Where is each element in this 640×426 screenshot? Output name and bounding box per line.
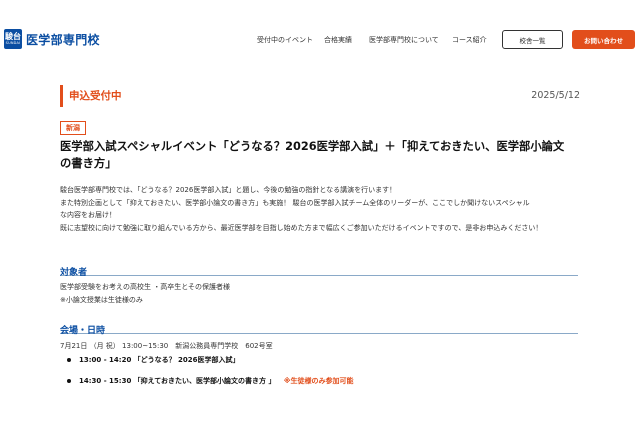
schedule-title: 「抑えておきたい、医学部小論文の書き方 」	[133, 377, 276, 385]
nav-link-courses[interactable]: コース紹介	[452, 35, 487, 45]
description-line: な内容をお届け！	[60, 211, 116, 219]
venue-heading: 会場・日時	[60, 318, 578, 336]
description-line: 駿台医学部専門校では、「どうなる？2026医学部入試」と題し、今後の勉強の指針と…	[60, 186, 397, 194]
event-status-row: 申込受付中 2025/5/12	[60, 85, 580, 107]
venue-heading-text: 会場・日時	[60, 326, 106, 336]
target-line: 医学部受験をお考えの高校生 ・高卒生とその保護者様	[60, 283, 231, 291]
contact-button[interactable]: お問い合わせ	[572, 30, 635, 49]
event-date: 2025/5/12	[531, 90, 580, 101]
schedule-list: 13:00 - 14:20 「どうなる？ 2026医学部入試」 14:30 - …	[67, 355, 354, 397]
description-line: また特別企画として「抑えておきたい、医学部小論文の書き方」も実施！ 駿台の医学部…	[60, 198, 530, 207]
nav-link-results[interactable]: 合格実績	[324, 35, 352, 45]
venue-info: 7月21日 （月 祝） 13:00~15:30 新潟公務員専門学校 602号室	[60, 342, 273, 350]
event-title-line1: 医学部入試スペシャルイベント「どうなる？2026医学部入試」＋「抑えておきたい、…	[60, 140, 565, 153]
target-heading-text: 対象者	[60, 268, 88, 278]
status-badge: 申込受付中	[60, 85, 122, 107]
event-title-line2: の書き方」	[60, 156, 117, 170]
target-note: ※小論文授業は生徒様のみ	[60, 296, 143, 304]
event-title: 医学部入試スペシャルイベント「どうなる？2026医学部入試」＋「抑えておきたい、…	[60, 139, 590, 172]
school-list-button[interactable]: 校舎一覧	[502, 30, 563, 49]
schedule-time: 13:00 - 14:20	[79, 356, 132, 364]
site-header: 駿台 SUNDAI 医学部専門校 受付中のイベント 合格実績 医学部専門校につい…	[0, 0, 640, 78]
schedule-time: 14:30 - 15:30	[79, 377, 132, 385]
region-tag: 新潟	[60, 121, 86, 135]
event-description: 駿台医学部専門校では、「どうなる？2026医学部入試」と題し、今後の勉強の指針と…	[60, 184, 590, 234]
schedule-item: 14:30 - 15:30 「抑えておきたい、医学部小論文の書き方 」 ※生徒様…	[67, 376, 354, 397]
description-line: 既に志望校に向けて勉強に取り組んでいる方から、最近医学部を目指し始めた方まで幅広…	[60, 223, 543, 232]
target-info: 医学部受験をお考えの高校生 ・高卒生とその保護者様 ※小論文授業は生徒様のみ	[60, 281, 230, 307]
nav-link-about[interactable]: 医学部専門校について	[369, 35, 439, 45]
target-heading: 対象者	[60, 260, 578, 278]
schedule-item: 13:00 - 14:20 「どうなる？ 2026医学部入試」	[67, 355, 354, 376]
nav-link-events[interactable]: 受付中のイベント	[257, 35, 313, 45]
schedule-title: 「どうなる？ 2026医学部入試」	[133, 356, 240, 364]
schedule-note: ※生徒様のみ参加可能	[283, 377, 354, 385]
